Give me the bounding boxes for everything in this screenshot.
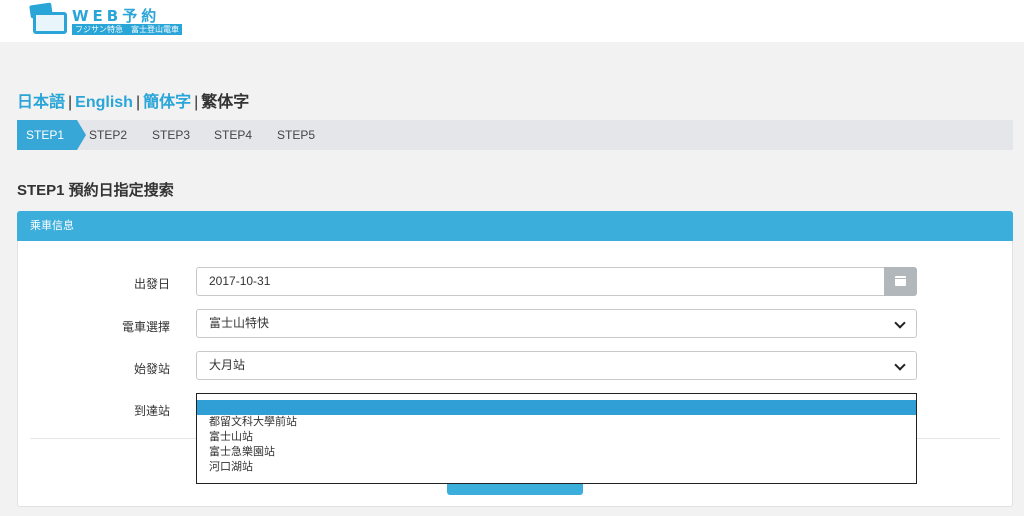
step-1: STEP1	[17, 120, 86, 150]
chevron-down-icon	[894, 317, 906, 329]
step-2: STEP2	[89, 128, 128, 142]
date-input[interactable]: 2017-10-31	[196, 267, 885, 296]
top-header: WEB予約 フジサン特急 富士登山電車	[0, 0, 1024, 42]
chevron-down-icon	[894, 359, 906, 371]
origin-label: 始發站	[133, 362, 170, 376]
lang-english[interactable]: English	[75, 94, 133, 111]
destination-option-blank[interactable]	[197, 400, 916, 415]
destination-option[interactable]: 富士急樂園站	[197, 445, 916, 460]
lang-japanese[interactable]: 日本語	[17, 94, 65, 111]
panel-title: 乘車信息	[17, 211, 1013, 241]
date-label: 出發日	[133, 277, 170, 291]
site-logo[interactable]: WEB予約 フジサン特急 富士登山電車	[29, 2, 182, 35]
destination-label: 到達站	[133, 404, 170, 418]
origin-select[interactable]: 大月站	[196, 351, 917, 380]
destination-option[interactable]: 富士山站	[197, 430, 916, 445]
step-4: STEP4	[214, 128, 253, 142]
destination-dropdown-list[interactable]: 都留文科大學前站 富士山站 富士急樂園站 河口湖站	[196, 393, 917, 484]
step-5: STEP5	[277, 128, 316, 142]
destination-option[interactable]: 河口湖站	[197, 460, 916, 475]
monitor-icon	[33, 12, 67, 34]
logo-text: WEB予約	[72, 7, 161, 25]
lang-simplified-chinese[interactable]: 簡体字	[143, 94, 191, 111]
train-select-value: 富士山特快	[209, 316, 270, 330]
calendar-button[interactable]	[884, 267, 917, 296]
destination-option[interactable]: 都留文科大學前站	[197, 415, 916, 430]
language-switcher: 日本語 | English | 簡体字 | 繁体字	[17, 94, 250, 111]
train-select[interactable]: 富士山特快	[196, 309, 917, 338]
calendar-icon	[895, 276, 906, 286]
lang-traditional-chinese: 繁体字	[201, 94, 250, 111]
origin-select-value: 大月站	[209, 358, 246, 372]
logo-subtitle: フジサン特急 富士登山電車	[72, 24, 182, 35]
page-title: STEP1 預約日指定搜索	[17, 182, 174, 199]
train-label: 電車選擇	[121, 320, 170, 334]
step-3: STEP3	[152, 128, 191, 142]
step-progress-bar: STEP1 STEP2 STEP3 STEP4 STEP5	[17, 120, 1013, 150]
